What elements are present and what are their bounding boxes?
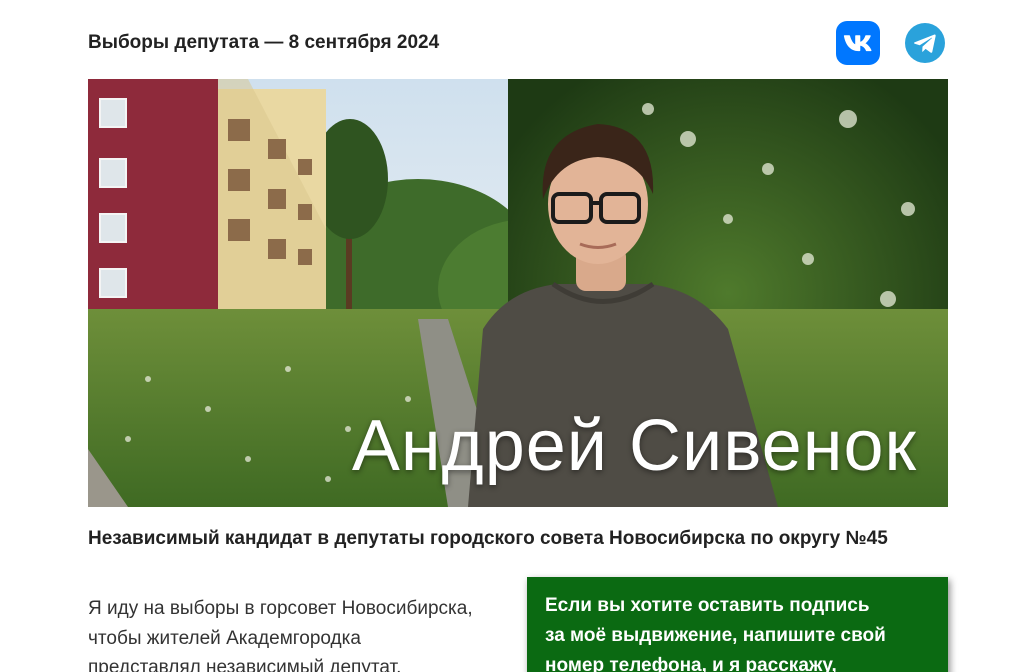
- candidate-subtitle: Независимый кандидат в депутаты городско…: [88, 528, 888, 549]
- site-title: Выборы депутата — 8 сентября 2024: [88, 32, 440, 53]
- social-links: [836, 21, 948, 65]
- telegram-icon: [913, 34, 936, 53]
- callout-line: номер телефона, и я расскажу,: [545, 655, 837, 672]
- telegram-link[interactable]: [905, 23, 945, 63]
- intro-line: чтобы жителей Академгородка: [88, 627, 361, 649]
- vk-icon: [843, 35, 872, 52]
- vk-link[interactable]: [836, 21, 880, 65]
- intro-line: Я иду на выборы в горсовет Новосибирска,: [88, 598, 473, 619]
- callout-line: за моё выдвижение, напишите свой: [545, 625, 886, 646]
- signature-callout: Если вы хотите оставить подпись за моё в…: [527, 577, 948, 672]
- intro-line: представлял независимый депутат.: [88, 657, 402, 672]
- header: Выборы депутата — 8 сентября 2024: [88, 20, 948, 66]
- page: Выборы депутата — 8 сентября 2024 Андрей…: [0, 0, 1024, 672]
- hero-banner: Андрей Сивенок: [88, 79, 948, 507]
- intro-text: Я иду на выборы в горсовет Новосибирска,…: [88, 594, 508, 672]
- candidate-name: Андрей Сивенок: [351, 406, 917, 486]
- callout-line: Если вы хотите оставить подпись: [545, 595, 870, 616]
